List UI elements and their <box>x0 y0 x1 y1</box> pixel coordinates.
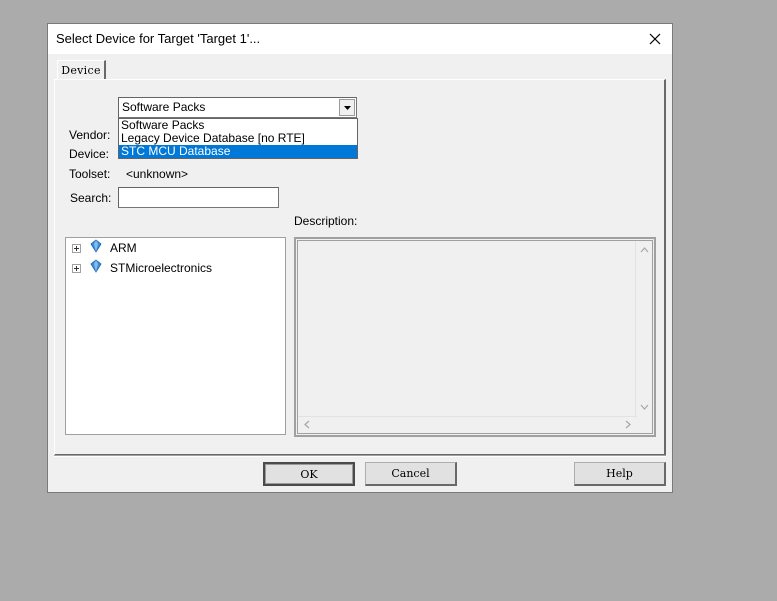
cancel-button[interactable]: Cancel <box>365 462 457 486</box>
toolset-value: <unknown> <box>126 167 189 181</box>
tree-item-label: STMicroelectronics <box>110 261 213 275</box>
title-bar: Select Device for Target 'Target 1'... <box>48 24 672 54</box>
window-title: Select Device for Target 'Target 1'... <box>56 31 261 46</box>
description-panel <box>294 237 656 437</box>
horizontal-scrollbar[interactable] <box>298 416 637 433</box>
ok-button[interactable]: OK <box>263 462 355 486</box>
search-input[interactable] <box>118 187 279 208</box>
search-label: Search: <box>70 191 112 205</box>
select-device-dialog: Select Device for Target 'Target 1'... D… <box>47 23 673 493</box>
scroll-down-icon[interactable] <box>640 403 649 413</box>
vertical-scrollbar[interactable] <box>635 241 652 418</box>
toolset-label: Toolset: <box>69 167 111 181</box>
vendor-label: Vendor: <box>69 128 111 142</box>
scroll-up-icon[interactable] <box>640 246 649 256</box>
scroll-right-icon[interactable] <box>625 420 631 432</box>
tree-item-label: ARM <box>110 241 137 255</box>
tab-device[interactable]: Device <box>57 60 106 80</box>
device-source-combobox[interactable]: Software Packs <box>118 97 357 118</box>
chevron-down-icon <box>343 105 351 110</box>
diamond-icon <box>90 239 102 253</box>
device-tree[interactable]: ARM STMicroelectronics <box>65 237 286 435</box>
description-label: Description: <box>294 214 358 228</box>
device-label: Device: <box>69 147 110 161</box>
scroll-left-icon[interactable] <box>304 420 310 432</box>
combobox-dropdown-button[interactable] <box>339 99 355 116</box>
device-source-dropdown-list[interactable]: Software Packs Legacy Device Database [n… <box>118 118 358 159</box>
expand-plus-icon[interactable] <box>72 243 81 253</box>
help-button[interactable]: Help <box>574 462 666 486</box>
footer-separator <box>54 455 666 457</box>
close-icon <box>649 33 661 45</box>
dropdown-option-stc-mcu-database[interactable]: STC MCU Database <box>119 145 357 158</box>
expand-plus-icon[interactable] <box>72 263 81 273</box>
close-button[interactable] <box>644 28 666 50</box>
combobox-value: Software Packs <box>122 100 206 114</box>
diamond-icon <box>90 259 102 273</box>
description-text-area[interactable] <box>297 240 653 434</box>
